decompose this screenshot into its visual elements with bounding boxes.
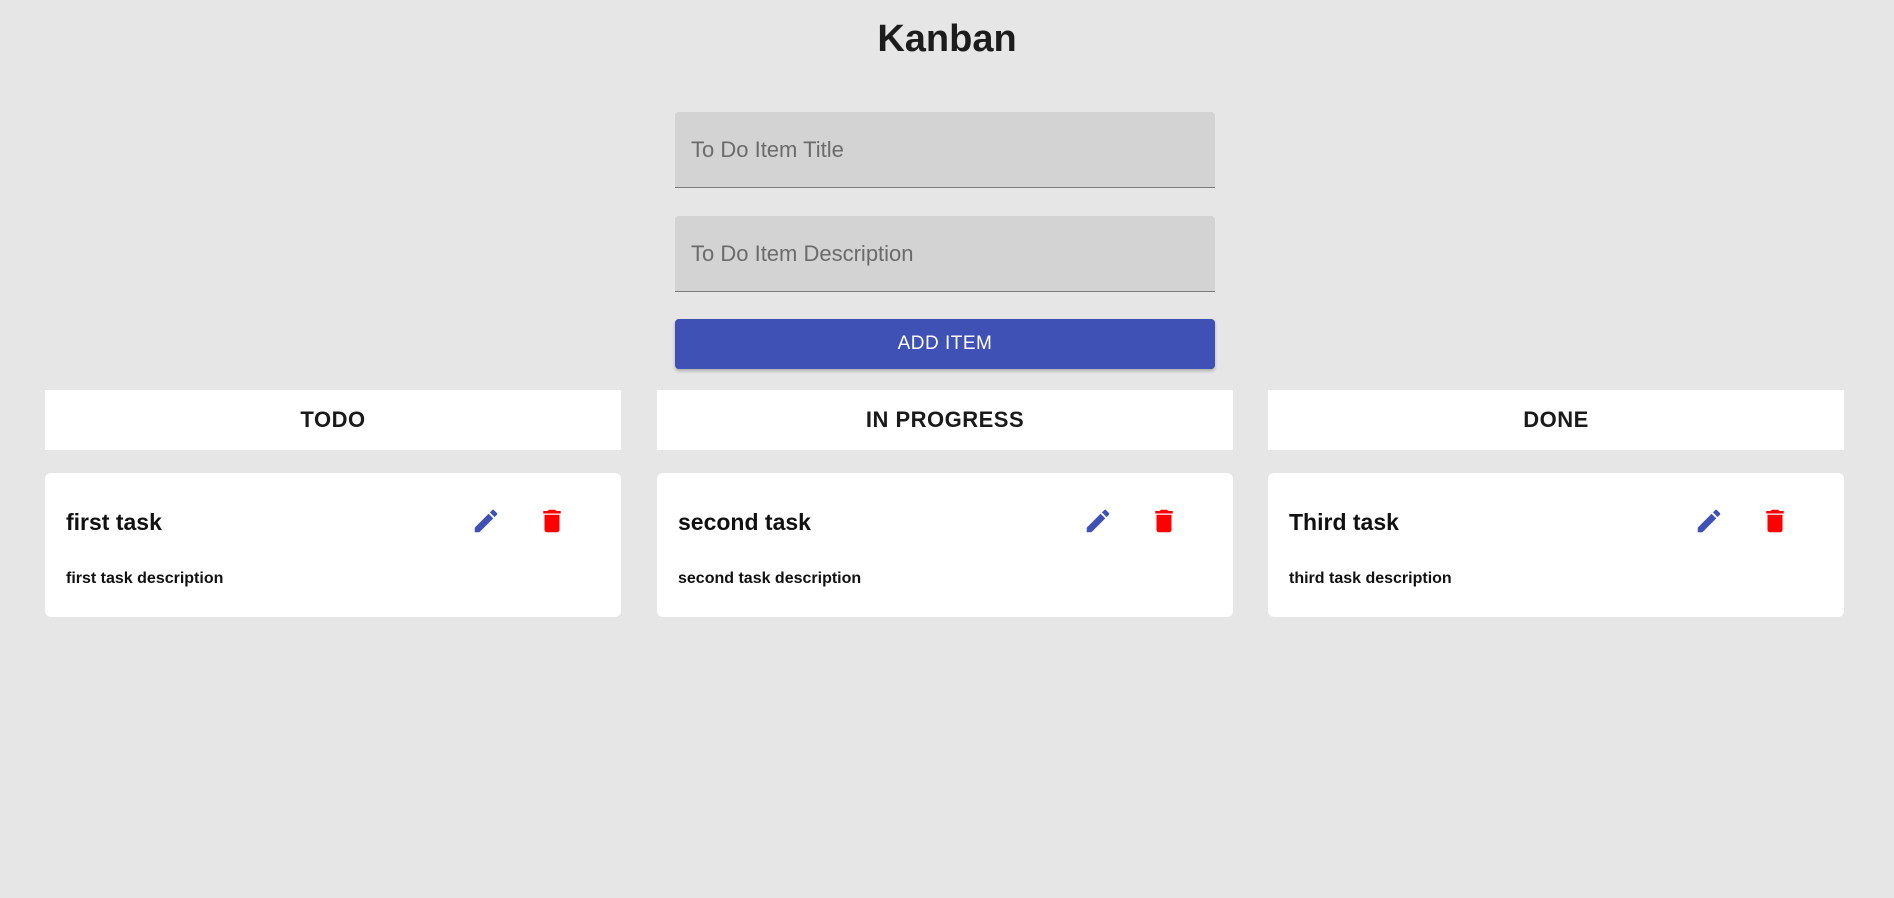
title-input[interactable] — [675, 112, 1215, 187]
column-header-in-progress: IN PROGRESS — [657, 390, 1233, 450]
delete-button[interactable] — [532, 501, 572, 541]
add-item-form: ADD ITEM — [675, 112, 1215, 369]
column-in-progress: IN PROGRESS second task second task desc… — [657, 390, 1233, 617]
task-card: first task first task description — [45, 473, 621, 617]
trash-icon — [1766, 509, 1784, 533]
card-title: Third task — [1289, 509, 1399, 535]
task-card: Third task third task description — [1268, 473, 1844, 617]
task-card: second task second task description — [657, 473, 1233, 617]
card-description: third task description — [1289, 570, 1452, 587]
card-description: second task description — [678, 570, 862, 587]
column-todo: TODO first task first task description — [45, 390, 621, 617]
edit-button[interactable] — [1078, 501, 1118, 541]
trash-icon — [543, 509, 561, 533]
column-header-todo: TODO — [45, 390, 621, 450]
delete-button[interactable] — [1144, 501, 1184, 541]
card-title: first task — [66, 509, 162, 535]
edit-button[interactable] — [466, 501, 506, 541]
pencil-icon — [1086, 509, 1110, 533]
page-title: Kanban — [877, 18, 1017, 60]
card-description: first task description — [66, 570, 224, 587]
description-input[interactable] — [675, 216, 1215, 291]
pencil-icon — [474, 509, 498, 533]
add-item-button[interactable]: ADD ITEM — [675, 319, 1215, 369]
column-done: DONE Third task third task description — [1268, 390, 1844, 617]
column-header-done: DONE — [1268, 390, 1844, 450]
edit-button[interactable] — [1689, 501, 1729, 541]
pencil-icon — [1697, 509, 1721, 533]
description-field — [675, 216, 1215, 292]
title-field — [675, 112, 1215, 188]
delete-button[interactable] — [1755, 501, 1795, 541]
card-title: second task — [678, 509, 811, 535]
trash-icon — [1155, 509, 1173, 533]
